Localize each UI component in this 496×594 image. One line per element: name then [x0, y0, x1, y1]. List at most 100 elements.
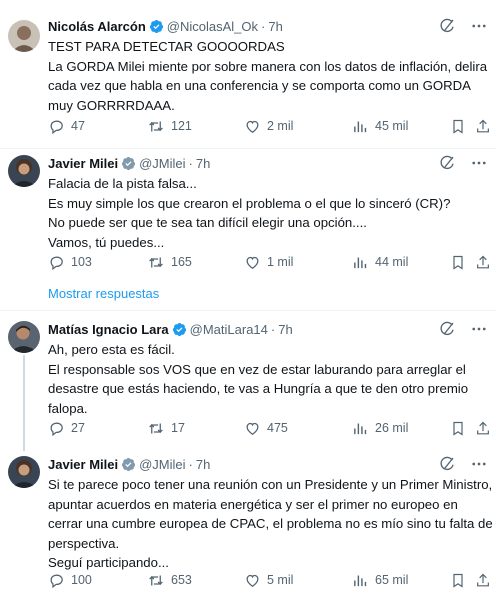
retweet-count: 17 — [171, 421, 185, 435]
more-options-icon[interactable] — [470, 320, 488, 338]
reply-icon — [50, 120, 63, 134]
retweet-count: 121 — [171, 119, 192, 133]
like-button[interactable]: 2 mil — [244, 115, 293, 137]
grok-icon[interactable] — [438, 455, 456, 473]
more-options-icon[interactable] — [470, 17, 488, 35]
tweet-2[interactable]: Javier Milei @JMilei · 7h Falacia de la … — [0, 149, 496, 279]
reply-count: 103 — [71, 255, 92, 269]
reply-icon — [50, 422, 63, 436]
author-name[interactable]: Matías Ignacio Lara — [48, 322, 169, 337]
tweet-line: El responsable sos VOS que en vez de est… — [48, 361, 466, 377]
views-button[interactable]: 44 mil — [352, 251, 408, 273]
grok-icon[interactable] — [438, 320, 456, 338]
like-count: 475 — [267, 421, 288, 435]
tweet-time[interactable]: 7h — [196, 457, 210, 472]
reply-button[interactable]: 47 — [48, 115, 85, 137]
share-icon — [477, 421, 489, 434]
retweet-icon — [149, 575, 163, 585]
separator-dot: · — [270, 321, 276, 337]
heart-icon — [246, 574, 259, 587]
more-options-icon[interactable] — [470, 455, 488, 473]
header-actions — [438, 319, 488, 339]
reply-count: 27 — [71, 421, 85, 435]
like-button[interactable]: 5 mil — [244, 569, 293, 591]
avatar[interactable] — [8, 321, 40, 353]
bookmark-icon — [453, 573, 463, 588]
avatar[interactable] — [8, 20, 40, 52]
reply-button[interactable]: 27 — [48, 417, 85, 439]
verified-badge-icon — [149, 19, 164, 34]
reply-button[interactable]: 100 — [48, 569, 92, 591]
like-button[interactable]: 475 — [244, 417, 288, 439]
tweet-line: perspectiva. — [48, 535, 120, 551]
tweet-header: Matías Ignacio Lara @MatiLara14 · 7h — [48, 319, 488, 339]
separator-dot: · — [261, 18, 266, 34]
thread-connector — [23, 355, 25, 451]
grok-icon[interactable] — [438, 154, 456, 172]
tweet-actions: 47 121 2 mil 45 mil — [48, 115, 491, 137]
share-button[interactable] — [475, 417, 491, 439]
share-button[interactable] — [475, 569, 491, 591]
tweet-line: desastre que estás haciendo, te vas a Hu… — [48, 381, 469, 396]
views-icon — [354, 257, 367, 268]
author-handle[interactable]: @JMilei — [139, 457, 185, 472]
retweet-count: 653 — [171, 573, 192, 587]
author-name[interactable]: Javier Milei — [48, 457, 118, 472]
views-count: 45 mil — [375, 119, 409, 133]
header-actions — [438, 16, 488, 36]
author-handle[interactable]: @MatiLara14 — [190, 322, 268, 337]
tweet-line: cada vez que habla en una conferencia y … — [48, 78, 471, 93]
bookmark-button[interactable] — [450, 251, 466, 273]
tweet-line: Falacia de la pista falsa... — [48, 176, 197, 191]
separator-dot: · — [188, 456, 193, 472]
tweet-time[interactable]: 7h — [196, 156, 210, 171]
share-button[interactable] — [475, 251, 491, 273]
bookmark-icon — [453, 119, 463, 134]
share-button[interactable] — [475, 115, 491, 137]
tweet-time[interactable]: 7h — [268, 19, 282, 34]
author-handle[interactable]: @NicolasAl_Ok — [167, 19, 258, 34]
tweet-line: Es muy simple los que crearon el problem… — [48, 195, 451, 211]
views-icon — [354, 575, 367, 586]
tweet-1[interactable]: Nicolás Alarcón @NicolasAl_Ok · 7h TEST … — [0, 0, 496, 148]
avatar[interactable] — [8, 456, 40, 488]
grok-icon[interactable] — [438, 17, 456, 35]
tweet-line: muy GORRRRDAAA. — [48, 97, 175, 113]
verified-badge-icon — [172, 322, 187, 337]
author-handle[interactable]: @JMilei — [139, 156, 185, 171]
tweet-text: Ah, pero esta es fácil. El responsable s… — [48, 340, 486, 418]
like-button[interactable]: 1 mil — [244, 251, 293, 273]
retweet-icon — [149, 121, 163, 131]
views-icon — [354, 423, 367, 434]
show-replies-link[interactable]: Mostrar respuestas — [48, 286, 159, 301]
tweet-line: Vamos, tú puedes... — [48, 234, 165, 250]
reply-count: 47 — [71, 119, 85, 133]
views-count: 26 mil — [375, 421, 409, 435]
retweet-button[interactable]: 653 — [147, 569, 192, 591]
author-name[interactable]: Javier Milei — [48, 156, 118, 171]
tweet-actions: 27 17 475 26 mil — [48, 417, 491, 439]
bookmark-button[interactable] — [450, 569, 466, 591]
share-icon — [477, 573, 489, 586]
tweet-3[interactable]: Matías Ignacio Lara @MatiLara14 · 7h Ah,… — [0, 311, 496, 451]
retweet-button[interactable]: 17 — [147, 417, 185, 439]
bookmark-button[interactable] — [450, 115, 466, 137]
tweet-time[interactable]: 7h — [278, 322, 292, 337]
bookmark-button[interactable] — [450, 417, 466, 439]
like-count: 1 mil — [267, 255, 294, 269]
avatar[interactable] — [8, 155, 40, 187]
views-button[interactable]: 65 mil — [352, 569, 408, 591]
header-actions — [438, 454, 488, 474]
tweet-actions: 100 653 5 mil 65 mil — [48, 569, 491, 591]
tweet-line: falopa. — [48, 400, 88, 416]
heart-icon — [246, 422, 259, 435]
retweet-button[interactable]: 121 — [147, 115, 192, 137]
views-button[interactable]: 45 mil — [352, 115, 408, 137]
retweet-button[interactable]: 165 — [147, 251, 192, 273]
tweet-text: Falacia de la pista falsa... Es muy simp… — [48, 174, 486, 252]
tweet-4[interactable]: Javier Milei @JMilei · 7h Si te parece p… — [0, 450, 496, 594]
views-button[interactable]: 26 mil — [352, 417, 408, 439]
reply-button[interactable]: 103 — [48, 251, 92, 273]
more-options-icon[interactable] — [470, 154, 488, 172]
author-name[interactable]: Nicolás Alarcón — [48, 19, 146, 34]
